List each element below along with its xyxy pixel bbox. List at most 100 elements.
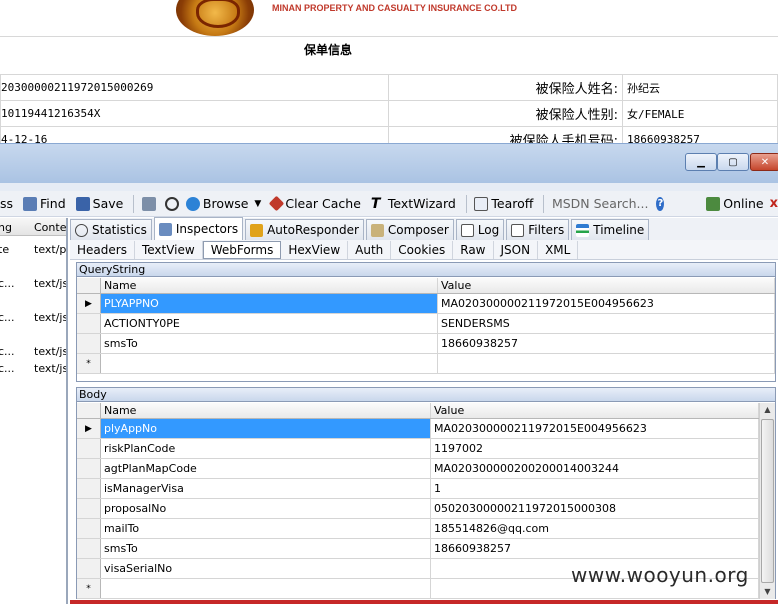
session-cell: c... — [0, 345, 15, 358]
table-row[interactable]: smsTo 18660938257 — [77, 334, 775, 354]
param-value-cell[interactable]: 18660938257 — [438, 334, 775, 353]
column-header[interactable]: Conter — [34, 221, 66, 234]
table-row[interactable]: ▶ plyAppNo MA020300000211972015E00495662… — [77, 419, 759, 439]
session-row[interactable]: c... text/js — [0, 361, 66, 377]
toolbar-process-filter[interactable]: ss — [0, 196, 13, 211]
session-row[interactable]: c... text/js — [0, 344, 66, 360]
tab-label: AutoResponder — [267, 223, 359, 237]
table-row[interactable]: ▶ PLYAPPNO MA020300000211972015E00495662… — [77, 294, 775, 314]
column-header-value[interactable]: Value — [438, 278, 775, 293]
tab-hexview[interactable]: HexView — [281, 240, 349, 259]
table-row[interactable]: mailTo 185514826@qq.com — [77, 519, 759, 539]
tab-raw[interactable]: Raw — [453, 240, 494, 259]
table-row[interactable]: proposalNo 050203000002119720150003​08 — [77, 499, 759, 519]
table-row[interactable]: ACTIONTY0PE SENDERSMS — [77, 314, 775, 334]
tab-json[interactable]: JSON — [494, 240, 539, 259]
scroll-thumb[interactable] — [761, 419, 774, 583]
field-name-cell[interactable]: mailTo — [101, 519, 431, 538]
field-value-cell[interactable]: 050203000002119720150003​08 — [431, 499, 759, 518]
minimize-button[interactable]: ▁ — [685, 153, 717, 171]
param-value-cell[interactable]: MA020300000211972015E004956623 — [438, 294, 775, 313]
param-value-cell[interactable] — [438, 354, 775, 373]
save-button[interactable]: Save — [75, 196, 123, 211]
field-value-cell[interactable]: 185514826@qq.com — [431, 519, 759, 538]
tab-timeline[interactable]: Timeline — [571, 219, 650, 240]
table-row[interactable]: smsTo 18660938257 — [77, 539, 759, 559]
field-name-cell[interactable] — [101, 579, 431, 598]
text-wizard-button[interactable]: T TextWizard — [371, 196, 456, 211]
new-row[interactable]: * — [77, 354, 775, 374]
screenshot-button[interactable] — [141, 196, 159, 211]
field-name-cell[interactable]: riskPlanCode — [101, 439, 431, 458]
tab-composer[interactable]: Composer — [365, 219, 454, 240]
tab-auth[interactable]: Auth — [348, 240, 392, 259]
field-name-cell[interactable]: plyAppNo — [101, 419, 431, 438]
param-name-cell[interactable]: smsTo — [101, 334, 438, 353]
table-row[interactable]: isManagerVisa 1 — [77, 479, 759, 499]
clear-cache-button[interactable]: Clear Cache — [269, 195, 361, 212]
tab-filters[interactable]: Filters — [506, 219, 570, 240]
tab-webforms[interactable]: WebForms — [202, 240, 282, 259]
field-name-cell[interactable]: visaSerialNo — [101, 559, 431, 578]
tab-inspectors[interactable]: Inspectors — [153, 217, 244, 240]
field-name-cell[interactable]: isManagerVisa — [101, 479, 431, 498]
maximize-button[interactable]: ▢ — [717, 153, 749, 171]
row-selected-marker: ▶ — [77, 294, 101, 313]
column-header-name[interactable]: Name — [101, 403, 431, 418]
field-name-cell[interactable]: agtPlanMapCode — [101, 459, 431, 478]
field-value-cell[interactable]: MA020300000211972015E004956623 — [431, 419, 759, 438]
querystring-section: QueryString Name Value ▶ PLYAPPNO MA0203… — [76, 262, 776, 382]
field-value-cell[interactable]: 1 — [431, 479, 759, 498]
find-button[interactable]: Find — [23, 196, 66, 211]
table-row[interactable]: riskPlanCode 1197002 — [77, 439, 759, 459]
column-header-name[interactable]: Name — [101, 278, 438, 293]
close-window-button[interactable]: ✕ — [750, 153, 778, 171]
lightning-icon — [250, 223, 264, 237]
param-name-cell[interactable]: ACTIONTY0PE — [101, 314, 438, 333]
param-value-cell[interactable]: SENDERSMS — [438, 314, 775, 333]
tab-label: Log — [477, 223, 500, 237]
table-row[interactable]: agtPlanMapCode MA02030000020020001400324… — [77, 459, 759, 479]
session-row[interactable]: c... text/js — [0, 276, 66, 292]
param-name-cell[interactable]: PLYAPPNO — [101, 294, 438, 313]
row-header — [77, 499, 101, 518]
session-cell: c... — [0, 277, 15, 290]
column-header[interactable]: ng — [0, 221, 12, 234]
log-icon — [460, 223, 474, 237]
session-row[interactable]: te text/p — [0, 242, 66, 258]
id-number-value: 10119441216354X — [0, 100, 389, 127]
tab-headers[interactable]: Headers — [70, 240, 135, 259]
field-name-cell[interactable]: smsTo — [101, 539, 431, 558]
session-row[interactable]: c... text/js — [0, 310, 66, 326]
column-header-value[interactable]: Value — [431, 403, 759, 418]
section-title: Body — [77, 388, 775, 402]
help-icon[interactable]: ? — [656, 196, 665, 211]
param-name-cell[interactable] — [101, 354, 438, 373]
timer-button[interactable] — [164, 196, 182, 211]
field-value-cell[interactable]: 1197002 — [431, 439, 759, 458]
scroll-down-icon[interactable]: ▼ — [760, 585, 775, 599]
field-value-cell[interactable]: 18660938257 — [431, 539, 759, 558]
timeline-icon — [576, 223, 590, 237]
close-toolbar-icon[interactable]: x — [770, 196, 778, 211]
tab-cookies[interactable]: Cookies — [391, 240, 454, 259]
tab-textview[interactable]: TextView — [135, 240, 203, 259]
msdn-search-input[interactable]: MSDN Search... — [552, 196, 649, 211]
field-name-cell[interactable]: proposalNo — [101, 499, 431, 518]
tearoff-button[interactable]: Tearoff — [474, 196, 533, 211]
tab-log[interactable]: Log — [455, 219, 505, 240]
scroll-up-icon[interactable]: ▲ — [760, 403, 775, 417]
field-value-cell[interactable]: MA020300000200200014003244 — [431, 459, 759, 478]
tearoff-icon — [474, 196, 489, 211]
tab-statistics[interactable]: Statistics — [70, 219, 152, 240]
row-pointer-icon: ▶ — [85, 423, 92, 434]
body-scrollbar[interactable]: ▲ ▼ — [759, 403, 775, 599]
tab-xml[interactable]: XML — [538, 240, 579, 259]
inspectors-icon — [158, 222, 172, 236]
sessions-list[interactable]: ng Conter te text/p c... text/js c... text/… — [0, 218, 68, 604]
timer-icon — [164, 196, 179, 211]
browse-button[interactable]: Browse ▼ — [185, 196, 261, 211]
row-header — [77, 314, 101, 333]
tab-autoresponder[interactable]: AutoResponder — [245, 219, 364, 240]
online-indicator[interactable]: Online — [706, 196, 764, 211]
